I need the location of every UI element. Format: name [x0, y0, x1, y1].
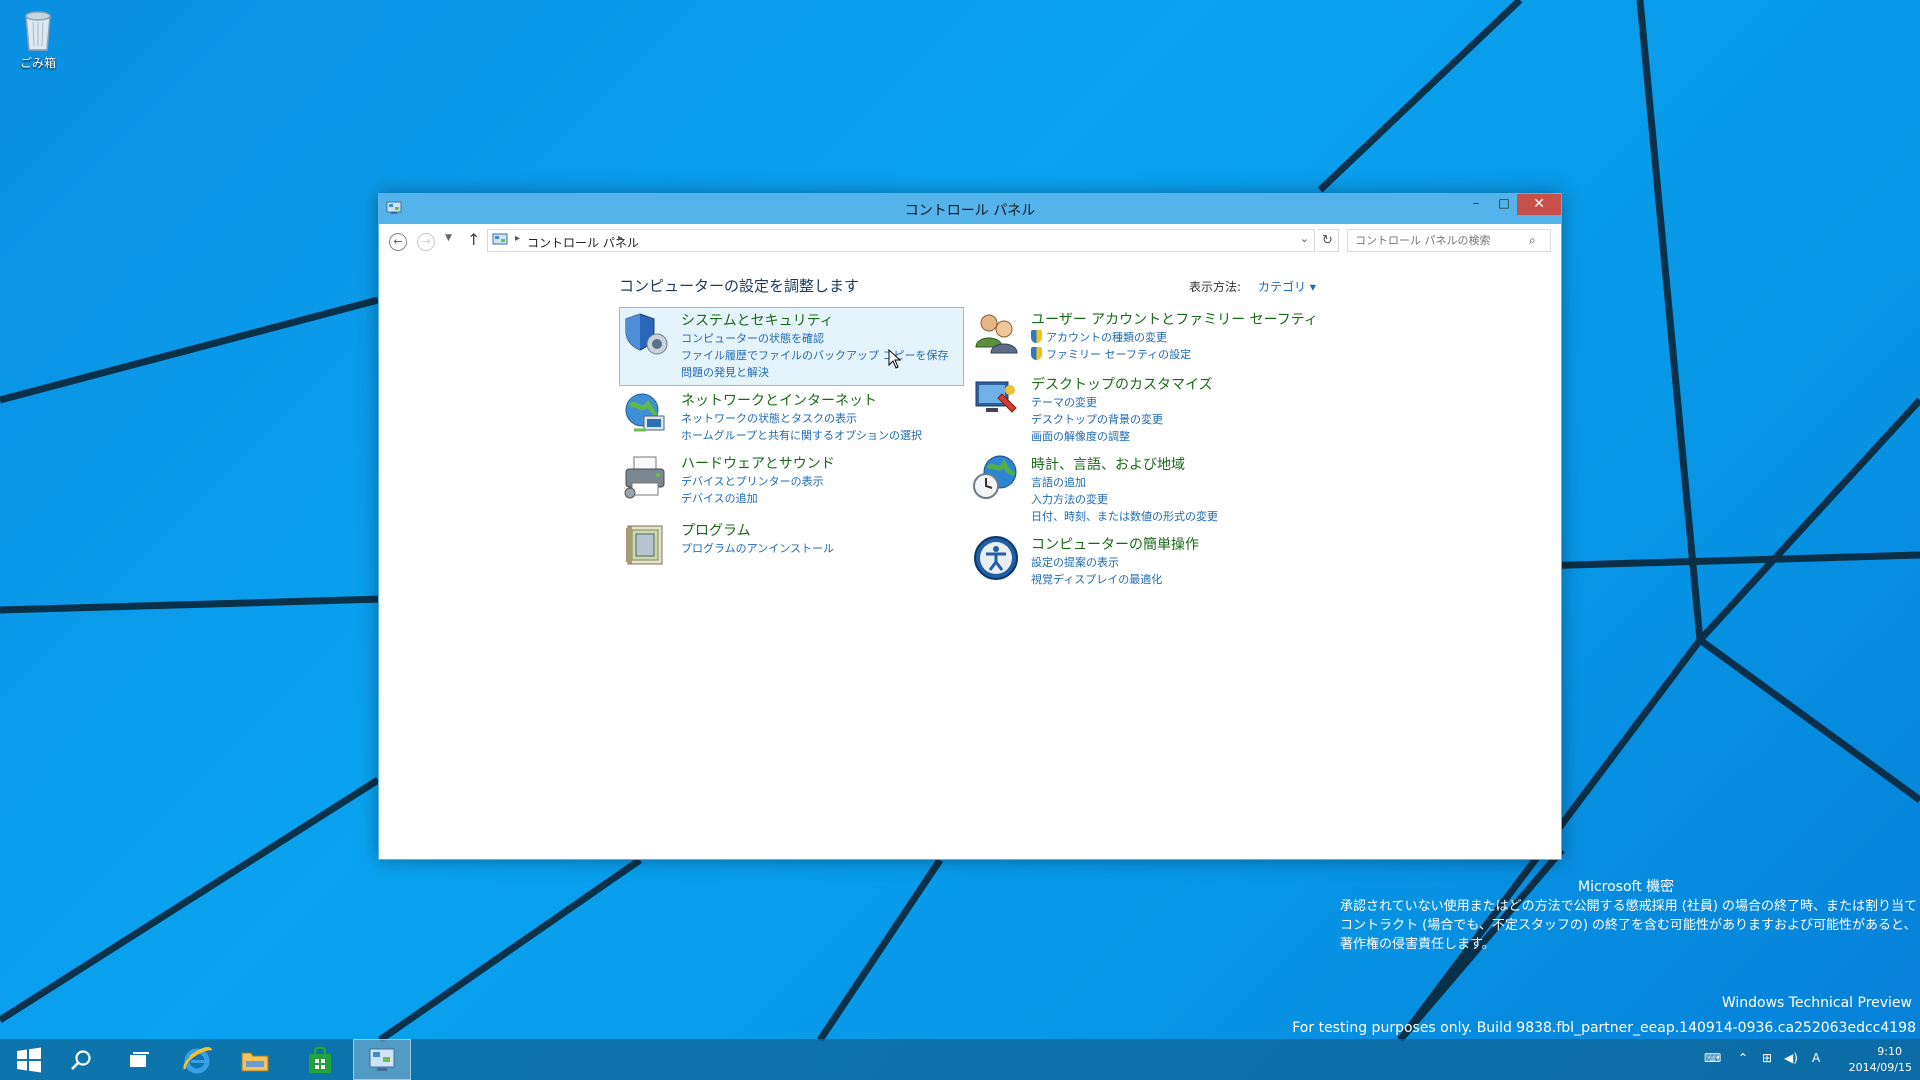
- recent-locations-chevron-icon[interactable]: ▼: [445, 233, 452, 243]
- watermark-notice: 承認されていない使用またはどの方法で公開する懲戒採用 (社員) の場合の終了時、…: [1340, 899, 1918, 952]
- category-link[interactable]: コンピューターの状態を確認: [681, 330, 824, 346]
- forward-arrow-icon[interactable]: →: [417, 233, 435, 251]
- category-title[interactable]: プログラム: [681, 520, 751, 540]
- control-panel-icon: [492, 233, 508, 245]
- printer-icon: [624, 456, 665, 499]
- category-programs[interactable]: プログラム プログラムのアンインストール: [620, 518, 965, 568]
- category-link[interactable]: プログラムのアンインストール: [681, 540, 834, 556]
- taskbar-file-explorer[interactable]: [226, 1039, 284, 1080]
- category-title[interactable]: システムとセキュリティ: [681, 310, 834, 330]
- internet-explorer-icon: [183, 1046, 212, 1073]
- breadcrumb-separator-icon[interactable]: ▸: [515, 233, 520, 244]
- category-link[interactable]: テーマの変更: [1031, 394, 1097, 410]
- category-link-shield[interactable]: アカウントの種類の変更: [1031, 329, 1167, 345]
- taskbar-control-panel[interactable]: [353, 1039, 411, 1080]
- minimize-button[interactable]: –: [1462, 194, 1490, 215]
- clock-time[interactable]: 9:10: [1877, 1045, 1902, 1058]
- search-icon[interactable]: ⌕: [1529, 233, 1536, 248]
- recycle-bin-icon: [25, 11, 51, 51]
- category-link-shield[interactable]: ファミリー セーフティの設定: [1031, 346, 1191, 362]
- maximize-button[interactable]: □: [1490, 194, 1518, 215]
- show-hidden-icons-chevron-icon[interactable]: ⌃: [1738, 1051, 1748, 1065]
- back-arrow-icon[interactable]: ←: [389, 233, 407, 251]
- page-title: コンピューターの設定を調整します: [619, 277, 860, 295]
- address-toolbar: ← → ▼ ↑ ▸ コントロール パネル ▸ ⌄ ↻ ⌕: [379, 224, 1561, 258]
- task-view-icon: [130, 1051, 149, 1067]
- watermark-title: Microsoft 機密: [1578, 879, 1675, 895]
- users-icon: [975, 314, 1018, 354]
- task-view-button[interactable]: [110, 1039, 168, 1080]
- category-user-accounts[interactable]: ユーザー アカウントとファミリー セーフティ アカウントの種類の変更 ファミリー…: [970, 307, 1330, 369]
- action-center-icon[interactable]: ⌨: [1704, 1051, 1721, 1065]
- category-title[interactable]: ハードウェアとサウンド: [681, 453, 835, 473]
- taskbar-internet-explorer[interactable]: [168, 1039, 226, 1080]
- category-hardware-sound[interactable]: ハードウェアとサウンド デバイスとプリンターの表示 デバイスの追加: [620, 451, 965, 511]
- title-bar[interactable]: コントロール パネル – □ ✕: [379, 194, 1561, 224]
- category-title[interactable]: 時計、言語、および地域: [1031, 454, 1185, 474]
- breadcrumb-separator-icon[interactable]: ▸: [618, 233, 623, 244]
- taskbar: ⌨ ⌃ ⊞ ◀) A 9:10 2014/09/15: [0, 1039, 1920, 1080]
- ease-of-access-icon: [974, 536, 1018, 580]
- clock-globe-icon: [973, 455, 1017, 499]
- category-link[interactable]: 設定の提案の表示: [1031, 554, 1119, 570]
- mouse-cursor-icon: [888, 349, 902, 369]
- address-bar[interactable]: ▸ コントロール パネル ▸ ⌄: [487, 229, 1315, 252]
- ime-indicator[interactable]: A: [1812, 1051, 1820, 1065]
- category-desktop-customization[interactable]: デスクトップのカスタマイズ テーマの変更 デスクトップの背景の変更 画面の解像度…: [970, 372, 1330, 443]
- close-button[interactable]: ✕: [1517, 194, 1561, 215]
- programs-icon: [626, 525, 663, 565]
- volume-icon[interactable]: ◀): [1784, 1051, 1798, 1065]
- category-link[interactable]: デバイスの追加: [681, 490, 758, 506]
- shield-icon: [625, 313, 668, 355]
- store-bag-icon: [309, 1046, 331, 1073]
- category-link[interactable]: 言語の追加: [1031, 474, 1086, 490]
- category-link[interactable]: デバイスとプリンターの表示: [681, 473, 824, 489]
- category-link[interactable]: ファイル履歴でファイルのバックアップ コピーを保存: [681, 347, 949, 363]
- control-panel-window: コントロール パネル – □ ✕ ← → ▼ ↑ ▸ コントロール パネル ▸ …: [378, 193, 1562, 860]
- recycle-bin-shortcut[interactable]: ごみ箱: [14, 6, 62, 71]
- system-tray: ⌨ ⌃ ⊞ ◀) A 9:10 2014/09/15: [1660, 1039, 1920, 1080]
- category-title[interactable]: デスクトップのカスタマイズ: [1031, 374, 1213, 394]
- category-link[interactable]: 入力方法の変更: [1031, 491, 1108, 507]
- category-link[interactable]: 日付、時刻、または数値の形式の変更: [1031, 508, 1218, 524]
- taskbar-store[interactable]: [291, 1039, 349, 1080]
- category-system-security[interactable]: システムとセキュリティ コンピューターの状態を確認 ファイル履歴でファイルのバッ…: [619, 307, 964, 386]
- desktop-personalize-icon: [975, 381, 1017, 413]
- category-title[interactable]: ユーザー アカウントとファミリー セーフティ: [1031, 309, 1318, 329]
- category-link[interactable]: 問題の発見と解決: [681, 364, 769, 380]
- clock-date[interactable]: 2014/09/15: [1849, 1061, 1912, 1074]
- category-title[interactable]: ネットワークとインターネット: [681, 390, 877, 410]
- watermark-edition: Windows Technical Preview: [1721, 995, 1912, 1011]
- category-link[interactable]: デスクトップの背景の変更: [1031, 411, 1163, 427]
- start-button[interactable]: [0, 1039, 58, 1080]
- up-arrow-icon[interactable]: ↑: [467, 230, 480, 249]
- control-panel-content: コンピューターの設定を調整します 表示方法: カテゴリ ▾ システムとセキュリテ…: [379, 258, 1561, 859]
- category-link[interactable]: ホームグループと共有に関するオプションの選択: [681, 427, 922, 443]
- category-ease-of-access[interactable]: コンピューターの簡単操作 設定の提案の表示 視覚ディスプレイの最適化: [970, 532, 1330, 592]
- watermark-build: For testing purposes only. Build 9838.fb…: [1292, 1020, 1916, 1036]
- search-icon: [71, 1049, 91, 1070]
- recycle-bin-label: ごみ箱: [19, 56, 56, 70]
- category-link[interactable]: 画面の解像度の調整: [1031, 428, 1130, 444]
- search-input[interactable]: [1347, 229, 1551, 252]
- search-button[interactable]: [52, 1039, 110, 1080]
- windows-logo-icon: [17, 1047, 41, 1072]
- refresh-icon[interactable]: ↻: [1317, 229, 1339, 252]
- address-dropdown-icon[interactable]: ⌄: [1300, 232, 1309, 245]
- category-link[interactable]: ネットワークの状態とタスクの表示: [681, 410, 857, 426]
- view-by-dropdown[interactable]: カテゴリ ▾: [1258, 278, 1316, 295]
- folder-icon: [241, 1052, 269, 1071]
- category-title[interactable]: コンピューターの簡単操作: [1031, 534, 1199, 554]
- window-title: コントロール パネル: [904, 203, 1036, 219]
- view-by-label: 表示方法:: [1189, 280, 1242, 294]
- network-icon[interactable]: ⊞: [1762, 1051, 1772, 1065]
- category-network-internet[interactable]: ネットワークとインターネット ネットワークの状態とタスクの表示 ホームグループと…: [620, 388, 965, 448]
- category-link[interactable]: 視覚ディスプレイの最適化: [1031, 571, 1162, 587]
- control-panel-icon: [369, 1048, 395, 1071]
- category-clock-language-region[interactable]: 時計、言語、および地域 言語の追加 入力方法の変更 日付、時刻、または数値の形式…: [970, 452, 1330, 524]
- network-globe-icon: [625, 393, 665, 432]
